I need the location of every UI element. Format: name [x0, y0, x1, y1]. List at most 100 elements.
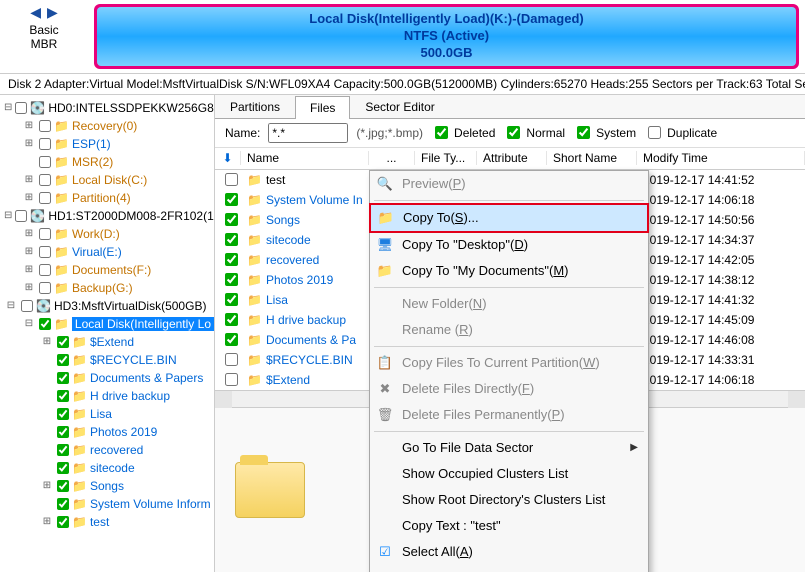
col-attr[interactable]: Attribute: [477, 151, 547, 165]
tree-node[interactable]: ⊞📁Documents(F:): [0, 261, 214, 279]
menu-select-all[interactable]: ☑Select All(A): [370, 539, 648, 565]
system-checkbox[interactable]: System: [573, 123, 636, 142]
tree-checkbox[interactable]: [57, 390, 69, 402]
row-checkbox[interactable]: [225, 253, 238, 266]
tree-node[interactable]: ⊞📁Virual(E:): [0, 243, 214, 261]
tree-twisty-icon[interactable]: ⊞: [22, 264, 36, 275]
tree-checkbox[interactable]: [57, 444, 69, 456]
tree-twisty-icon[interactable]: ⊟: [4, 300, 18, 311]
tree-node[interactable]: ⊞📁test: [0, 513, 214, 531]
row-checkbox[interactable]: [225, 353, 238, 366]
tree-twisty-icon[interactable]: ⊞: [22, 246, 36, 257]
tree-checkbox[interactable]: [21, 300, 33, 312]
tree-node[interactable]: 📁recovered: [0, 441, 214, 459]
menu-goto-sector[interactable]: Go To File Data Sector▶: [370, 435, 648, 461]
tree-twisty-icon[interactable]: ⊞: [22, 174, 36, 185]
tree-node[interactable]: 📁Lisa: [0, 405, 214, 423]
tree-twisty-icon[interactable]: ⊟: [4, 102, 12, 113]
tree-checkbox[interactable]: [57, 426, 69, 438]
tree-twisty-icon[interactable]: ⊞: [22, 228, 36, 239]
duplicate-checkbox[interactable]: Duplicate: [644, 123, 717, 142]
tree-twisty-icon[interactable]: ⊞: [22, 120, 36, 131]
check-all-icon[interactable]: ⬇: [215, 151, 241, 165]
tree-checkbox[interactable]: [15, 102, 27, 114]
tree-checkbox[interactable]: [57, 498, 69, 510]
normal-checkbox[interactable]: Normal: [503, 123, 565, 142]
tree-node[interactable]: 📁MSR(2): [0, 153, 214, 171]
tree-checkbox[interactable]: [39, 282, 51, 294]
tree-twisty-icon[interactable]: ⊟: [4, 210, 12, 221]
tree-node[interactable]: 📁sitecode: [0, 459, 214, 477]
tree-node[interactable]: ⊞📁ESP(1): [0, 135, 214, 153]
menu-copy-to[interactable]: 📁Copy To(S)...: [371, 205, 647, 231]
menu-copy-documents[interactable]: 📁Copy To "My Documents"(M): [370, 258, 648, 284]
deleted-checkbox[interactable]: Deleted: [431, 123, 495, 142]
tree-node[interactable]: ⊞📁Recovery(0): [0, 117, 214, 135]
tree-node[interactable]: ⊞📁Partition(4): [0, 189, 214, 207]
tree-twisty-icon[interactable]: ⊞: [40, 336, 54, 347]
tree-checkbox[interactable]: [39, 318, 51, 330]
row-checkbox[interactable]: [225, 313, 238, 326]
tree-node[interactable]: 📁$RECYCLE.BIN: [0, 351, 214, 369]
tab-files[interactable]: Files: [295, 96, 350, 119]
tree-node[interactable]: ⊟📁Local Disk(Intelligently Lo: [0, 315, 214, 333]
tree-checkbox[interactable]: [39, 156, 51, 168]
menu-occupied-clusters[interactable]: Show Occupied Clusters List: [370, 461, 648, 487]
tree-checkbox[interactable]: [57, 336, 69, 348]
row-checkbox[interactable]: [225, 193, 238, 206]
tree-checkbox[interactable]: [39, 120, 51, 132]
tab-sector-editor[interactable]: Sector Editor: [350, 95, 449, 118]
tree-checkbox[interactable]: [39, 192, 51, 204]
menu-delete-direct[interactable]: ✖Delete Files Directly(F): [370, 376, 648, 402]
menu-copy-desktop[interactable]: 🖥Copy To "Desktop"(D): [370, 232, 648, 258]
col-modify[interactable]: Modify Time: [637, 151, 805, 165]
row-checkbox[interactable]: [225, 273, 238, 286]
row-checkbox[interactable]: [225, 293, 238, 306]
tree-checkbox[interactable]: [57, 408, 69, 420]
tree-twisty-icon[interactable]: ⊞: [22, 138, 36, 149]
tree-node[interactable]: ⊞📁Backup(G:): [0, 279, 214, 297]
menu-unselect-all[interactable]: Unselect All(U): [370, 565, 648, 572]
row-checkbox[interactable]: [225, 233, 238, 246]
name-filter-input[interactable]: [268, 123, 348, 143]
tab-partitions[interactable]: Partitions: [215, 95, 295, 118]
tree-checkbox[interactable]: [57, 372, 69, 384]
tree-checkbox[interactable]: [57, 480, 69, 492]
menu-copy-text[interactable]: Copy Text : "test": [370, 513, 648, 539]
menu-copy-partition[interactable]: 📋Copy Files To Current Partition(W): [370, 350, 648, 376]
tree-twisty-icon[interactable]: ⊞: [22, 282, 36, 293]
tree-checkbox[interactable]: [39, 264, 51, 276]
tree-node[interactable]: 📁Photos 2019: [0, 423, 214, 441]
tree-node[interactable]: 📁System Volume Inform: [0, 495, 214, 513]
tree-checkbox[interactable]: [39, 246, 51, 258]
tree-node[interactable]: ⊟💽HD3:MsftVirtualDisk(500GB): [0, 297, 214, 315]
back-arrow-icon[interactable]: ◀: [30, 4, 41, 21]
tree-twisty-icon[interactable]: ⊞: [22, 192, 36, 203]
tree-node[interactable]: ⊞📁Work(D:): [0, 225, 214, 243]
tree-node[interactable]: ⊞📁Local Disk(C:): [0, 171, 214, 189]
tree-checkbox[interactable]: [39, 174, 51, 186]
col-short[interactable]: Short Name: [547, 151, 637, 165]
tree-checkbox[interactable]: [57, 462, 69, 474]
tree-node[interactable]: ⊞📁Songs: [0, 477, 214, 495]
menu-delete-perm[interactable]: 🗑Delete Files Permanently(P): [370, 402, 648, 428]
tree-checkbox[interactable]: [57, 354, 69, 366]
tree-checkbox[interactable]: [39, 228, 51, 240]
tree-twisty-icon[interactable]: ⊞: [40, 516, 54, 527]
row-checkbox[interactable]: [225, 373, 238, 386]
tree-node[interactable]: ⊞📁$Extend: [0, 333, 214, 351]
tree-node[interactable]: 📁H drive backup: [0, 387, 214, 405]
forward-arrow-icon[interactable]: ▶: [47, 4, 58, 21]
col-name[interactable]: Name: [241, 151, 369, 165]
menu-rename[interactable]: Rename (R): [370, 317, 648, 343]
col-ellipsis[interactable]: ...: [369, 151, 415, 165]
row-checkbox[interactable]: [225, 173, 238, 186]
menu-root-clusters[interactable]: Show Root Directory's Clusters List: [370, 487, 648, 513]
tree-twisty-icon[interactable]: ⊞: [40, 480, 54, 491]
tree-checkbox[interactable]: [15, 210, 27, 222]
row-checkbox[interactable]: [225, 213, 238, 226]
tree-checkbox[interactable]: [39, 138, 51, 150]
disk-tree[interactable]: ⊟💽HD0:INTELSSDPEKKW256G8(2⊞📁Recovery(0)⊞…: [0, 95, 215, 572]
col-type[interactable]: File Ty...: [415, 151, 477, 165]
row-checkbox[interactable]: [225, 333, 238, 346]
